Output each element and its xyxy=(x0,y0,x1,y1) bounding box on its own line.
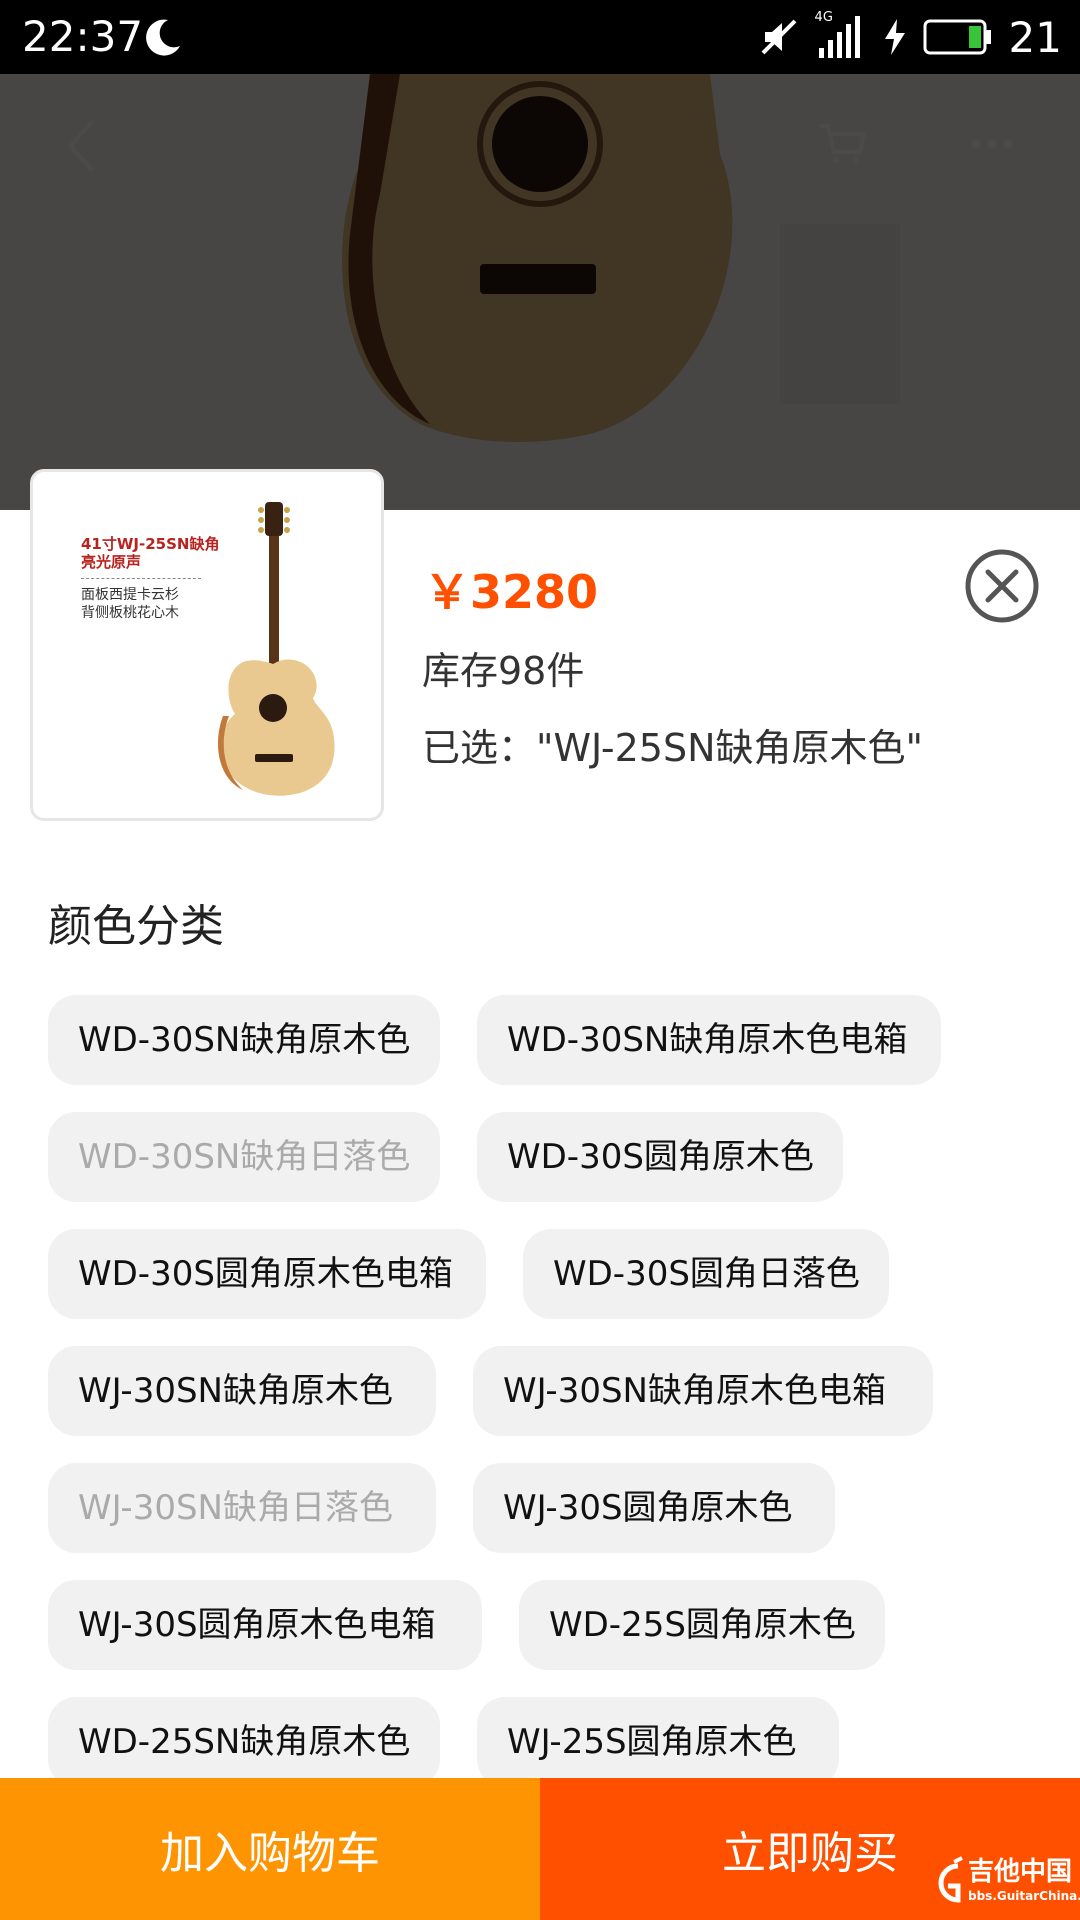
mute-icon xyxy=(761,19,796,55)
action-bar: 加入购物车 立即购买 xyxy=(0,1778,1080,1920)
color-option-disabled[interactable]: WD-30SN缺角日落色 xyxy=(48,1112,440,1202)
color-option[interactable]: WD-25S圆角原木色 xyxy=(519,1580,885,1670)
color-option[interactable]: WD-30S圆角原木色 xyxy=(477,1112,843,1202)
product-thumbnail: 41寸WJ-25SN缺角 亮光原声 面板西提卡云杉 背侧板桃花心木 xyxy=(30,469,384,821)
color-option[interactable]: WJ-25S圆角原木色 xyxy=(477,1697,839,1787)
signal-icon: 4G xyxy=(815,10,867,60)
thumbnail-desc-line1: 面板西提卡云杉 xyxy=(81,587,179,603)
battery-level: 21 xyxy=(1008,12,1062,62)
thumbnail-title-line2: 亮光原声 xyxy=(81,553,142,571)
status-icons: 4G 21 xyxy=(759,8,1062,66)
color-option[interactable]: WJ-30SN缺角原木色 xyxy=(48,1346,436,1436)
cart-icon xyxy=(820,124,866,163)
color-section-title: 颜色分类 xyxy=(48,901,224,952)
stock-count: 库存98件 xyxy=(422,649,585,693)
status-bar: 22:37 4G 21 xyxy=(0,0,1080,74)
guitarchina-logo-icon xyxy=(938,1856,963,1903)
moon-icon xyxy=(146,19,180,56)
back-icon xyxy=(67,120,94,172)
watermark-title: 吉他中国 xyxy=(968,1857,1073,1887)
selected-variant: 已选："WJ-25SN缺角原木色" xyxy=(422,726,923,770)
add-to-cart-button[interactable]: 加入购物车 xyxy=(0,1778,540,1920)
more-icon xyxy=(972,140,1012,148)
color-option[interactable]: WJ-30S圆角原木色 xyxy=(473,1463,835,1553)
battery-icon xyxy=(923,19,991,55)
color-option[interactable]: WD-30S圆角日落色 xyxy=(523,1229,889,1319)
color-option[interactable]: WJ-30S圆角原木色电箱 xyxy=(48,1580,482,1670)
color-option[interactable]: WD-25SN缺角原木色 xyxy=(48,1697,440,1787)
guitar-thumbnail-icon xyxy=(217,502,335,796)
color-option[interactable]: WJ-30SN缺角原木色电箱 xyxy=(473,1346,933,1436)
color-option[interactable]: WD-30SN缺角原木色 xyxy=(48,995,440,1085)
product-price: ￥3280 xyxy=(424,565,599,619)
watermark-url: bbs.GuitarChina.com xyxy=(968,1889,1080,1903)
status-time: 22:37 xyxy=(22,12,144,61)
close-icon[interactable] xyxy=(964,548,1040,624)
thumbnail-desc-line2: 背侧板桃花心木 xyxy=(81,605,179,621)
charging-icon xyxy=(884,19,905,55)
color-option-disabled[interactable]: WJ-30SN缺角日落色 xyxy=(48,1463,436,1553)
color-option[interactable]: WD-30S圆角原木色电箱 xyxy=(48,1229,486,1319)
color-option[interactable]: WD-30SN缺角原木色电箱 xyxy=(477,995,941,1085)
watermark: 吉他中国 bbs.GuitarChina.com xyxy=(928,1856,1080,1914)
dim-overlay[interactable] xyxy=(0,74,1080,510)
